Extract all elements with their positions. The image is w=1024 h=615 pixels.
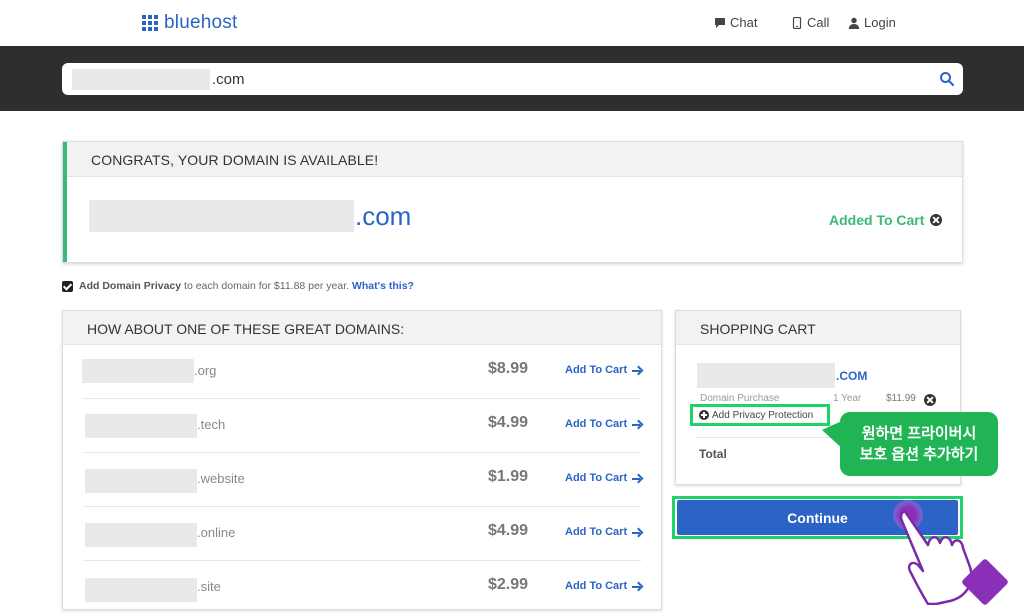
cart-item-term[interactable]: 1 Year <box>833 393 861 404</box>
arrow-right-icon <box>632 582 641 591</box>
redacted-domain-name <box>82 359 194 383</box>
suggested-domains-panel: HOW ABOUT ONE OF THESE GREAT DOMAINS: .o… <box>62 310 662 610</box>
add-privacy-protection-link[interactable]: Add Privacy Protection <box>690 404 830 426</box>
plus-circle-icon <box>699 410 709 420</box>
panel-header: SHOPPING CART <box>676 311 960 345</box>
add-to-cart-button[interactable]: Add To Cart <box>565 418 641 430</box>
suggestions-title: HOW ABOUT ONE OF THESE GREAT DOMAINS: <box>87 321 405 337</box>
domain-tld: .tech <box>197 417 226 432</box>
redacted-domain-name <box>697 363 835 388</box>
domain-tld: .online <box>197 525 236 540</box>
cart-item-price: $11.99 <box>886 393 916 404</box>
redacted-domain-name <box>89 200 354 232</box>
whats-this-link[interactable]: What's this? <box>352 280 414 292</box>
available-domain-tld: .com <box>355 201 412 231</box>
top-bar: bluehost Chat Call Login <box>0 0 1024 46</box>
domain-row: .tech $4.99 Add To Cart <box>63 399 661 453</box>
added-to-cart-status: Added To Cart <box>829 212 943 228</box>
add-to-cart-button[interactable]: Add To Cart <box>565 526 641 538</box>
domain-price: $4.99 <box>488 522 529 539</box>
congrats-title: CONGRATS, YOUR DOMAIN IS AVAILABLE! <box>91 152 379 168</box>
user-icon <box>848 17 860 29</box>
arrow-right-icon <box>632 420 641 429</box>
annotation-callout: 원하면 프라이버시 보호 옵션 추가하기 <box>840 412 998 476</box>
add-to-cart-button[interactable]: Add To Cart <box>565 364 641 376</box>
domain-tld: .site <box>197 579 221 594</box>
redacted-domain-name <box>72 69 210 90</box>
arrow-right-icon <box>632 366 641 375</box>
domain-row: .online $4.99 Add To Cart <box>63 507 661 561</box>
domain-row: .website $1.99 Add To Cart <box>63 453 661 507</box>
add-to-cart-button[interactable]: Add To Cart <box>565 472 641 484</box>
domain-tld: .website <box>197 471 245 486</box>
logo-text: bluehost <box>164 12 238 33</box>
panel-header: CONGRATS, YOUR DOMAIN IS AVAILABLE! <box>67 142 962 177</box>
redacted-domain-name <box>85 469 197 493</box>
domain-row: .site $2.99 Add To Cart <box>63 561 661 615</box>
redacted-domain-name <box>85 578 197 602</box>
remove-item-icon[interactable] <box>924 394 936 406</box>
domain-row: .org $8.99 Add To Cart <box>63 345 661 399</box>
arrow-right-icon <box>632 474 641 483</box>
domain-privacy-checkbox[interactable] <box>62 280 73 292</box>
chat-link[interactable]: Chat <box>714 15 757 30</box>
grid-logo-icon <box>142 15 158 31</box>
redacted-domain-name <box>85 523 197 547</box>
cart-title: SHOPPING CART <box>700 321 816 337</box>
domain-privacy-option: Add Domain Privacy to each domain for $1… <box>62 280 414 292</box>
domain-price: $1.99 <box>488 468 529 485</box>
cart-domain-tld: .COM <box>836 369 868 383</box>
arrow-right-icon <box>632 528 641 537</box>
cart-item-type: Domain Purchase <box>700 393 780 404</box>
cart-total-label: Total <box>699 447 727 461</box>
panel-header: HOW ABOUT ONE OF THESE GREAT DOMAINS: <box>63 311 661 345</box>
call-link[interactable]: Call <box>791 15 829 30</box>
phone-icon <box>792 16 802 29</box>
domain-price: $2.99 <box>488 576 529 593</box>
search-value-suffix: .com <box>212 71 245 88</box>
redacted-domain-name <box>85 414 197 438</box>
add-to-cart-button[interactable]: Add To Cart <box>565 580 641 592</box>
remove-icon[interactable] <box>930 214 943 226</box>
domain-tld: .org <box>194 363 217 378</box>
privacy-text: to each domain for $11.88 per year. <box>184 280 350 292</box>
login-link[interactable]: Login <box>848 15 896 30</box>
privacy-label: Add Domain Privacy <box>79 280 182 292</box>
chat-icon <box>715 17 725 28</box>
bluehost-logo[interactable]: bluehost <box>142 12 237 34</box>
domain-price: $8.99 <box>488 360 529 377</box>
domain-price: $4.99 <box>488 414 529 431</box>
search-icon[interactable] <box>939 71 955 87</box>
